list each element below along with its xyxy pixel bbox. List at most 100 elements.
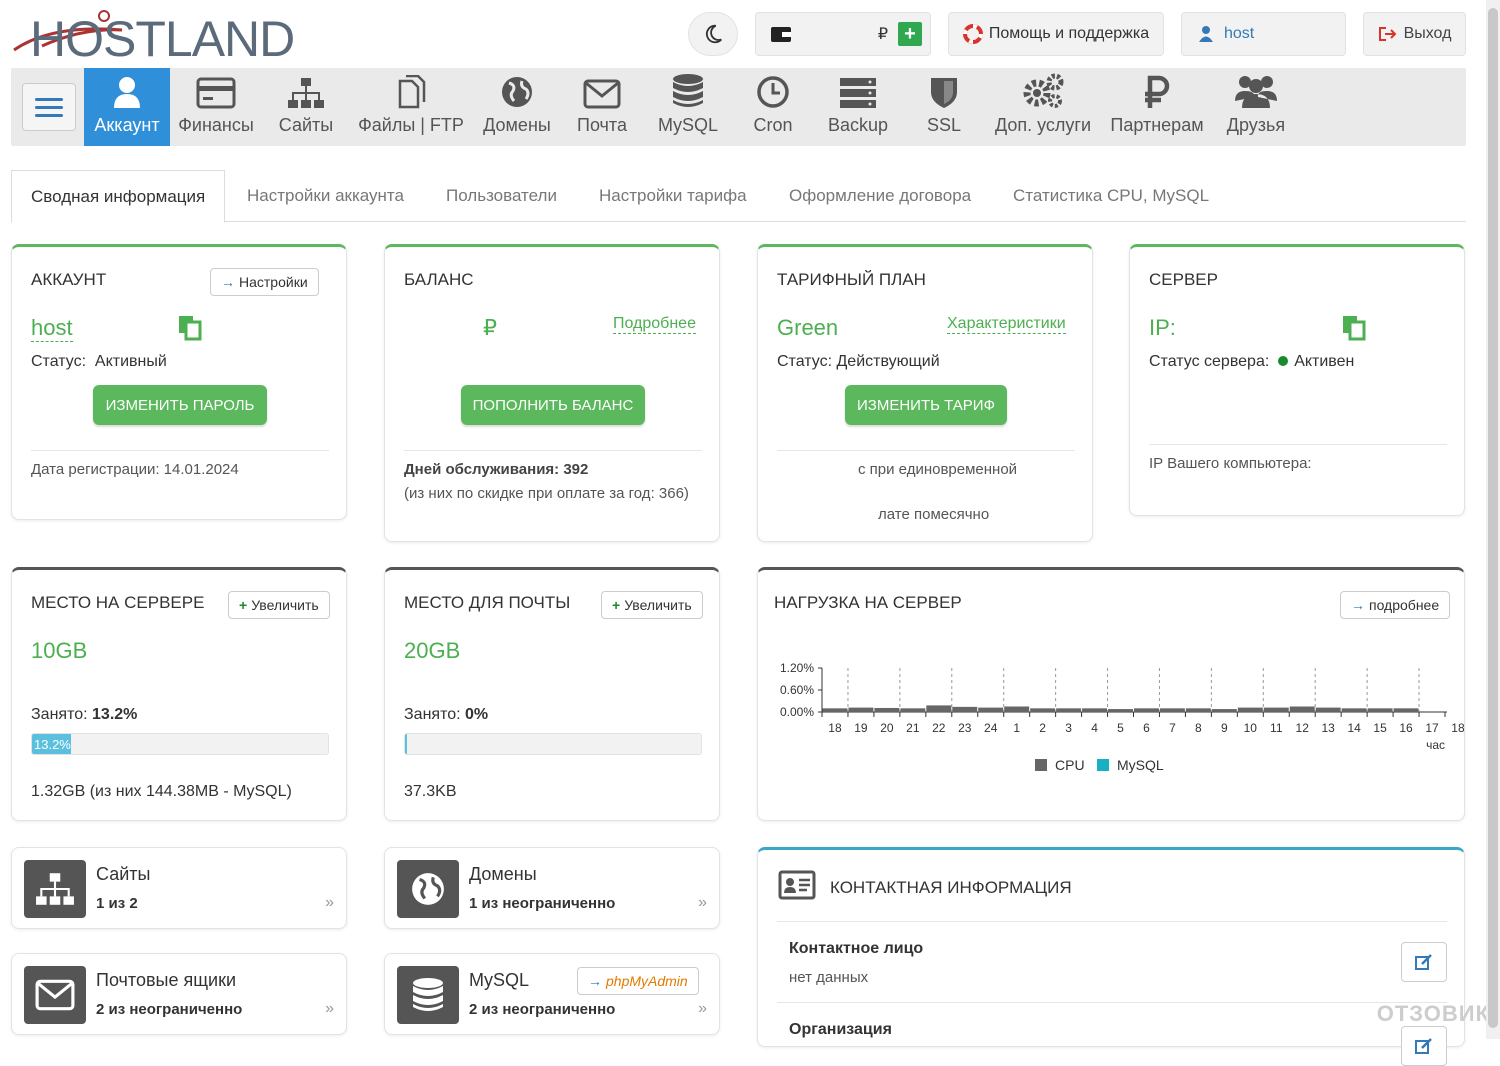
sitemap-icon — [288, 78, 324, 108]
cpu-bar — [1211, 709, 1237, 712]
tariff-specs-link[interactable]: Характеристики — [947, 315, 1066, 334]
copy-icon[interactable] — [178, 315, 204, 341]
globe-icon — [502, 77, 532, 107]
nav-item-mysql[interactable]: MySQL — [651, 68, 725, 146]
users-icon — [1235, 76, 1277, 108]
clock-icon — [757, 76, 789, 108]
divider — [1149, 444, 1447, 445]
database-icon — [673, 74, 703, 107]
x-tick-label: 16 — [1399, 721, 1413, 735]
account-login[interactable]: host — [31, 315, 73, 342]
mail-used-value: 0% — [465, 706, 489, 723]
menu-toggle-button[interactable] — [22, 83, 76, 131]
server-load-chart: 1.20%0.60%0.00%18 19 20 21 22 23 24 1 2 3 4 5 6 7 8 9 10… — [780, 661, 1464, 773]
nav-item-backup[interactable]: Backup — [823, 68, 893, 146]
phpmyadmin-label: phpMyAdmin — [606, 973, 688, 989]
arrow-right-icon: → — [221, 274, 235, 290]
balance-details-link[interactable]: Подробнее — [613, 315, 696, 334]
nav-item-sites[interactable]: Сайты — [273, 68, 339, 146]
load-details-button[interactable]: → подробнее — [1340, 591, 1451, 619]
nav-item-files[interactable]: Файлы | FTP — [356, 68, 466, 146]
user-icon — [114, 77, 140, 108]
mailboxes-tile-name: Почтовые ящики — [96, 970, 237, 990]
scrollbar-thumb[interactable] — [1488, 8, 1498, 1028]
mail-used: Занято: 0% — [404, 706, 488, 724]
disk-used-value: 13.2% — [92, 706, 138, 723]
mysql-tile-name: MySQL — [469, 970, 530, 990]
x-tick-label: 12 — [1296, 721, 1310, 735]
nav-item-account[interactable]: Аккаунт — [84, 68, 170, 146]
x-tick-label: 3 — [1065, 721, 1072, 735]
tab-cpu-mysql-stats[interactable]: Статистика CPU, MySQL — [1013, 170, 1209, 222]
account-settings-button[interactable]: → Настройки — [210, 268, 319, 296]
edit-organization-button[interactable] — [1401, 1026, 1447, 1066]
nav-item-partners[interactable]: Партнерам — [1107, 68, 1207, 146]
cpu-bar — [1367, 708, 1393, 712]
cpu-bar — [1134, 708, 1159, 712]
mail-usage-bar — [404, 733, 702, 755]
nav-label: Почта — [577, 115, 627, 135]
logout-label: Выход — [1403, 25, 1452, 42]
add-funds-icon[interactable]: + — [898, 22, 922, 46]
x-tick-label: 23 — [958, 721, 972, 735]
disk-used-label: Занято: — [31, 706, 88, 723]
wallet-icon — [771, 27, 791, 42]
increase-disk-button[interactable]: + Увеличить — [228, 591, 330, 619]
nav-item-extra-services[interactable]: Доп. услуги — [993, 68, 1093, 146]
cpu-bar — [1056, 708, 1082, 712]
balance-currency: ₽ — [483, 315, 497, 340]
lifebuoy-icon — [962, 24, 983, 44]
domains-tile-count: 1 из неограниченно — [469, 895, 616, 912]
nav-item-ssl[interactable]: SSL — [918, 68, 970, 146]
increase-mail-button[interactable]: + Увеличить — [601, 591, 703, 619]
contact-info-card: КОНТАКТНАЯ ИНФОРМАЦИЯ Контактное лицо не… — [757, 847, 1465, 1066]
edit-contact-person-button[interactable] — [1401, 942, 1447, 982]
nav-label: Сайты — [278, 115, 334, 135]
change-tariff-button[interactable]: ИЗМЕНИТЬ ТАРИФ — [845, 385, 1007, 425]
logout-button[interactable]: Выход — [1363, 12, 1466, 56]
mysql-tile[interactable]: MySQL 2 из неограниченно → phpMyAdmin » — [384, 953, 720, 1035]
domains-tile[interactable]: Домены 1 из неограниченно » — [384, 847, 720, 929]
sites-tile[interactable]: Сайты 1 из 2 » — [11, 847, 347, 929]
x-tick-label: 11 — [1270, 721, 1283, 735]
tab-users[interactable]: Пользователи — [446, 170, 557, 222]
nav-label: SSL — [926, 115, 962, 135]
tab-summary[interactable]: Сводная информация — [11, 170, 226, 223]
arrow-right-icon: → — [1351, 597, 1365, 613]
nav-item-cron[interactable]: Cron — [744, 68, 802, 146]
top-up-balance-button[interactable]: ПОПОЛНИТЬ БАЛАНС — [461, 385, 645, 425]
user-menu-button[interactable]: host — [1181, 12, 1346, 56]
copy-icon[interactable] — [1342, 315, 1368, 341]
theme-toggle-button[interactable] — [688, 12, 738, 56]
user-label: host — [1224, 25, 1255, 42]
cpu-bar — [822, 708, 848, 712]
nav-label: Backup — [827, 115, 889, 135]
nav-label: Домены — [483, 115, 551, 135]
disk-detail: 1.32GB (из них 144.38MB - MySQL) — [31, 783, 292, 800]
disk-usage-bar: 13.2% — [31, 733, 329, 755]
nav-item-friends[interactable]: Друзья — [1221, 68, 1291, 146]
increase-mail-label: Увеличить — [624, 597, 692, 613]
tab-account-settings[interactable]: Настройки аккаунта — [247, 170, 404, 222]
nav-item-domains[interactable]: Домены — [479, 68, 555, 146]
nav-label: Аккаунт — [94, 115, 160, 135]
increase-disk-label: Увеличить — [251, 597, 319, 613]
wallet-currency: ₽ — [877, 26, 888, 43]
logo-text: HOSTLAND — [30, 11, 295, 67]
mailboxes-tile[interactable]: Почтовые ящики 2 из неограниченно » — [11, 953, 347, 1035]
help-support-button[interactable]: Помощь и поддержка — [948, 12, 1164, 56]
nav-item-mail[interactable]: Почта — [571, 68, 633, 146]
mailboxes-tile-count: 2 из неограниченно — [96, 1001, 243, 1018]
x-tick-label: 7 — [1169, 721, 1176, 735]
tariff-status: Статус: Действующий — [777, 353, 940, 370]
nav-item-finance[interactable]: Финансы — [176, 68, 256, 146]
cpu-bar — [848, 707, 874, 712]
wallet-button[interactable]: ₽ + — [755, 12, 931, 56]
change-password-button[interactable]: ИЗМЕНИТЬ ПАРОЛЬ — [93, 385, 267, 425]
hostland-logo[interactable]: HOSTLAND — [12, 6, 295, 67]
x-tick-label: 20 — [880, 721, 894, 735]
y-tick-label: 0.00% — [780, 705, 814, 719]
tab-tariff-settings[interactable]: Настройки тарифа — [599, 170, 747, 222]
phpmyadmin-button[interactable]: → phpMyAdmin — [577, 967, 699, 995]
tab-contract[interactable]: Оформление договора — [789, 170, 971, 222]
